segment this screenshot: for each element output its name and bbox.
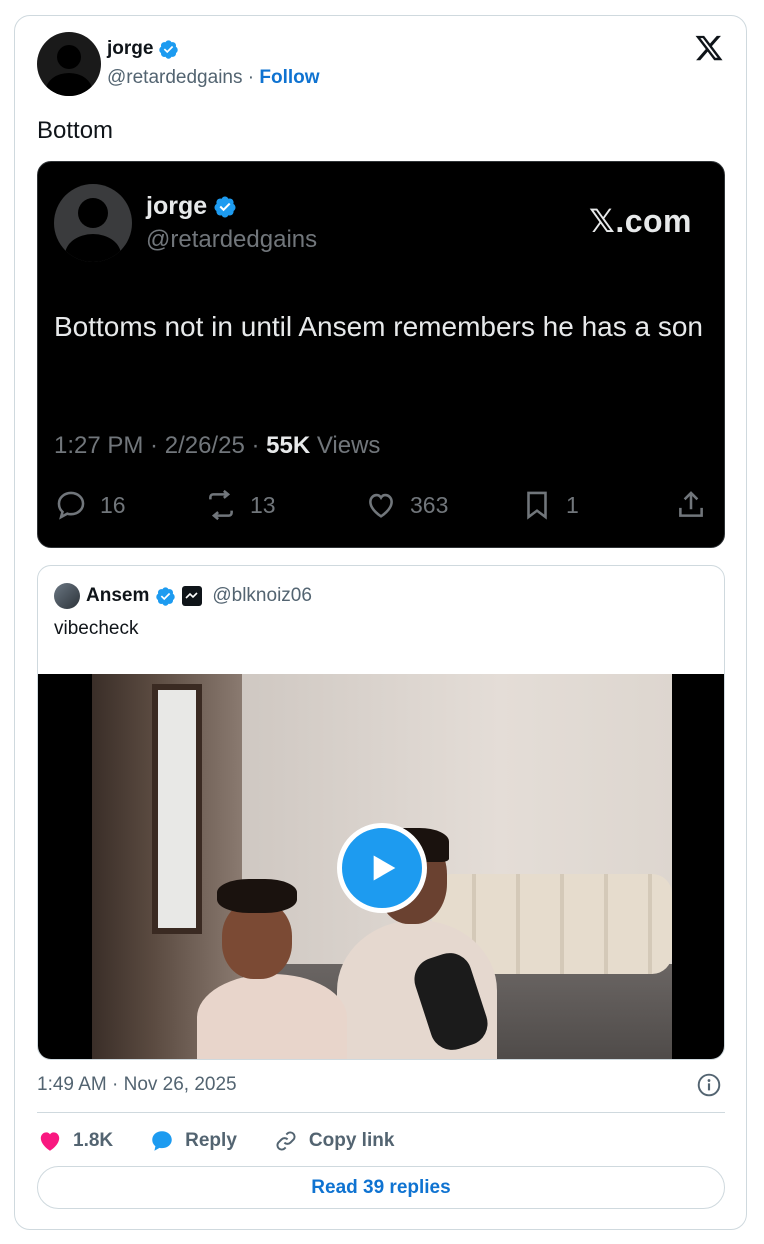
share-icon bbox=[679, 491, 703, 517]
play-icon bbox=[373, 855, 396, 881]
link-icon bbox=[276, 1131, 296, 1151]
embedded-handle: @retardedgains bbox=[146, 226, 318, 253]
tweet-text: Bottom bbox=[37, 117, 114, 144]
quoted-name: Ansem bbox=[86, 585, 150, 606]
like-button[interactable]: 1.8K bbox=[37, 1128, 113, 1154]
embedded-avatar bbox=[54, 184, 132, 262]
embedded-reposts: 13 bbox=[204, 488, 276, 522]
reply-button[interactable]: Reply bbox=[149, 1128, 237, 1154]
x-logo-icon[interactable] bbox=[694, 33, 724, 63]
reply-icon bbox=[57, 491, 85, 520]
author-handle[interactable]: @retardedgains bbox=[107, 67, 242, 88]
reply-bubble-icon bbox=[152, 1131, 172, 1151]
author-handle-line: @retardedgains · Follow bbox=[107, 67, 320, 88]
heart-icon bbox=[40, 1132, 60, 1151]
embedded-name: jorge bbox=[146, 192, 237, 221]
embedded-replies: 16 bbox=[54, 488, 126, 522]
verified-badge-icon bbox=[214, 196, 236, 217]
affiliate-badge-icon bbox=[182, 586, 203, 606]
action-bar: 1.8K Reply Copy link bbox=[37, 1126, 430, 1156]
author-avatar[interactable] bbox=[37, 32, 101, 96]
copy-link-button[interactable]: Copy link bbox=[273, 1128, 394, 1154]
follow-button[interactable]: Follow bbox=[259, 67, 319, 88]
quoted-avatar bbox=[54, 583, 80, 609]
embedded-text: Bottoms not in until Ansem remembers he … bbox=[54, 311, 703, 342]
embedded-meta: 1:27 PM · 2/26/25 · 55K Views bbox=[54, 432, 381, 459]
verified-badge-icon bbox=[156, 586, 176, 606]
info-icon[interactable] bbox=[696, 1072, 722, 1098]
embedded-tweet-image[interactable]: jorge @retardedgains 𝕏.com Bottoms not i… bbox=[37, 161, 725, 548]
heart-outline-icon bbox=[369, 493, 393, 518]
embedded-share bbox=[674, 488, 708, 522]
read-replies-button[interactable]: Read 39 replies bbox=[37, 1166, 725, 1209]
quoted-tweet[interactable]: Ansem @blknoiz06 vibecheck bbox=[37, 565, 725, 1060]
embedded-bookmarks: 1 bbox=[520, 488, 579, 522]
quoted-header: Ansem @blknoiz06 bbox=[54, 583, 312, 609]
play-button[interactable] bbox=[337, 823, 427, 913]
tweet-card: jorge @retardedgains · Follow Bottom jor… bbox=[14, 15, 747, 1230]
repost-icon bbox=[209, 489, 233, 521]
quoted-text: vibecheck bbox=[54, 618, 139, 639]
video-player[interactable] bbox=[38, 674, 724, 1059]
verified-badge-icon bbox=[159, 39, 179, 59]
bookmark-icon bbox=[527, 491, 547, 520]
author-name[interactable]: jorge bbox=[107, 38, 179, 60]
embedded-actions: 16 13 363 1 bbox=[54, 488, 710, 528]
divider bbox=[37, 1112, 725, 1113]
xcom-watermark: 𝕏.com bbox=[589, 203, 692, 239]
tweet-timestamp[interactable]: 1:49 AM · Nov 26, 2025 bbox=[37, 1074, 237, 1096]
quoted-handle: @blknoiz06 bbox=[212, 585, 312, 606]
embedded-likes: 363 bbox=[364, 488, 448, 522]
